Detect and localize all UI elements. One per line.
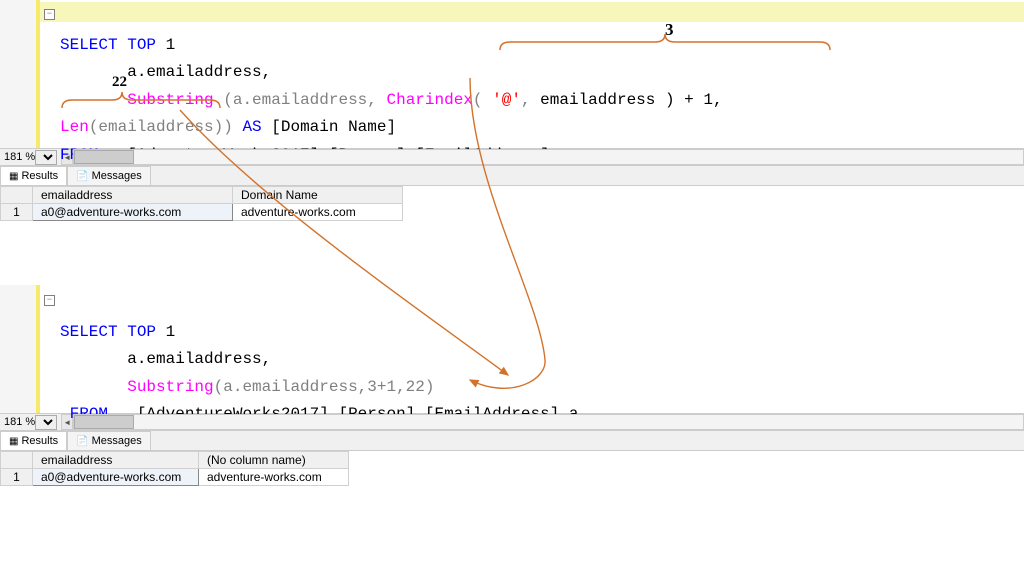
col-header[interactable]: emailaddress [33,452,199,469]
table-row[interactable]: 1 a0@adventure-works.com adventure-works… [1,469,349,486]
scroll-thumb[interactable] [74,415,134,429]
corner-cell [1,187,33,204]
table-header-row: emailaddress (No column name) [1,452,349,469]
tab-label: Messages [92,435,142,447]
sql-code-1[interactable]: SELECT TOP 1 a.emailaddress, Substring (… [40,0,723,148]
kw-top: TOP [127,36,156,54]
results-table-2[interactable]: emailaddress (No column name) 1 a0@adven… [0,451,349,486]
zoom-level: 181 % [4,151,35,163]
func-substring: Substring [127,91,213,109]
grid-icon: ▦ [9,171,18,182]
func-charindex: Charindex [386,91,472,109]
results-tabs-2: ▦ Results 📄 Messages [0,431,1024,451]
row-number: 1 [1,204,33,221]
kw-select: SELECT [60,323,118,341]
kw-as: AS [242,118,261,136]
editor-area-1[interactable]: − SELECT TOP 1 a.emailaddress, Substring… [0,0,1024,148]
corner-cell [1,452,33,469]
alias: [Domain Name] [271,118,396,136]
results-tabs-1: ▦ Results 📄 Messages [0,166,1024,186]
code-line: a.emailaddress, [127,350,271,368]
num-1: 1 [166,36,176,54]
cell-email[interactable]: a0@adventure-works.com [33,469,199,486]
h-scrollbar[interactable] [73,414,1024,430]
tab-results[interactable]: ▦ Results [0,166,67,185]
zoom-bar-2: 181 % ◄ [0,413,1024,431]
tab-results[interactable]: ▦ Results [0,431,67,450]
code-text: (a.emailaddress, [223,91,377,109]
zoom-dropdown[interactable] [35,150,57,165]
zoom-bar-1: 181 % ◄ [0,148,1024,166]
query-pane-1: − SELECT TOP 1 a.emailaddress, Substring… [0,0,1024,235]
cell-domain[interactable]: adventure-works.com [233,204,403,221]
h-scrollbar[interactable] [73,149,1024,165]
string-literal: '@' [492,91,521,109]
row-number: 1 [1,469,33,486]
code-text: (emailaddress)) [89,118,233,136]
zoom-dropdown[interactable] [35,415,57,430]
cell-domain[interactable]: adventure-works.com [199,469,349,486]
scroll-thumb[interactable] [74,150,134,164]
kw-select: SELECT [60,36,118,54]
cell-email[interactable]: a0@adventure-works.com [33,204,233,221]
comma: , [521,91,531,109]
results-grid-2: emailaddress (No column name) 1 a0@adven… [0,451,1024,500]
kw-top: TOP [127,323,156,341]
func-len: Len [60,118,89,136]
tab-label: Results [21,170,58,182]
code-line: a.emailaddress, [127,63,271,81]
zoom-level: 181 % [4,416,35,428]
query-pane-2: − SELECT TOP 1 a.emailaddress, Substring… [0,285,1024,500]
tab-label: Results [21,435,58,447]
results-grid-1: emailaddress Domain Name 1 a0@adventure-… [0,186,1024,235]
gutter [0,0,40,148]
code-text: (a.emailaddress,3+1,22) [214,378,435,396]
num-1: 1 [166,323,176,341]
tab-label: Messages [92,170,142,182]
col-header[interactable]: (No column name) [199,452,349,469]
grid-icon: ▦ [9,436,18,447]
paren: ( [473,91,483,109]
gutter [0,285,40,413]
table-row[interactable]: 1 a0@adventure-works.com adventure-works… [1,204,403,221]
editor-area-2[interactable]: − SELECT TOP 1 a.emailaddress, Substring… [0,285,1024,413]
col-header[interactable]: Domain Name [233,187,403,204]
code-text: emailaddress ) + 1, [540,91,722,109]
sql-code-2[interactable]: SELECT TOP 1 a.emailaddress, Substring(a… [40,285,579,413]
func-substring: Substring [127,378,213,396]
